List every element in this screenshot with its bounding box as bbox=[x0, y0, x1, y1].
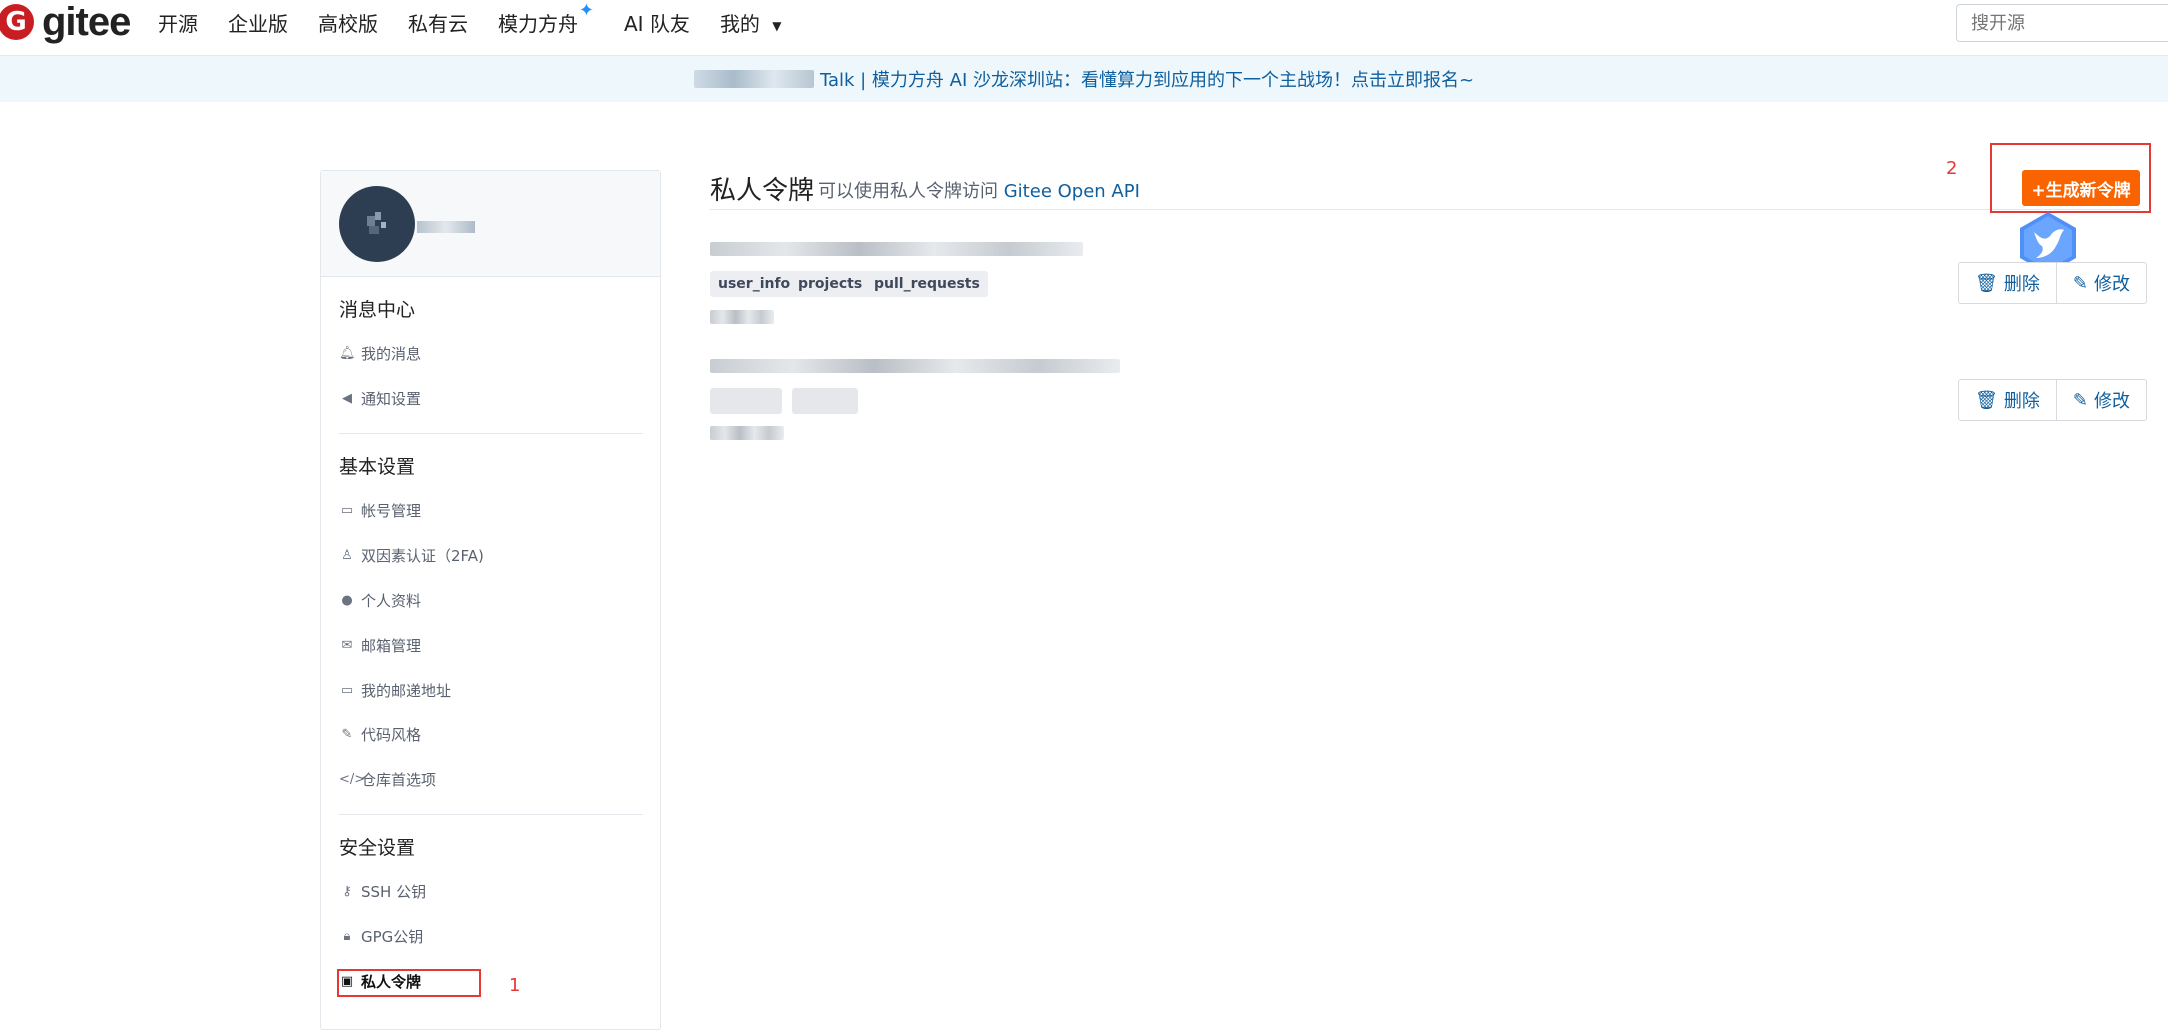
nav-private-cloud[interactable]: 私有云 bbox=[408, 8, 468, 37]
section-title-security-settings: 安全设置 bbox=[339, 837, 416, 859]
sidebar-divider bbox=[339, 814, 643, 815]
page-subtitle-text: 可以使用私人令牌访问 bbox=[818, 181, 998, 202]
sidebar-item-label: 仓库首选项 bbox=[361, 771, 437, 789]
nav-moli-fangzhou-label: 模力方舟 bbox=[498, 12, 578, 36]
edit-icon: ✎ bbox=[2072, 272, 2088, 294]
title-divider bbox=[710, 209, 2140, 210]
gitee-logo[interactable]: G gitee bbox=[0, 0, 131, 44]
sidebar-item-code-style[interactable]: ✎ 代码风格 bbox=[339, 724, 421, 745]
top-navbar: G gitee 开源 企业版 高校版 私有云 模力方舟 ✦ AI 队友 我的 ▼ bbox=[0, 0, 2168, 56]
announcement-banner[interactable]: Talk | 模力方舟 AI 沙龙深圳站：看懂算力到应用的下一个主战场！点击立即… bbox=[0, 56, 2168, 102]
trash-icon: 🗑︎ bbox=[1975, 272, 1998, 294]
token-2-delete-button[interactable]: 🗑︎ 删除 bbox=[1959, 380, 2056, 420]
delete-label: 删除 bbox=[2003, 274, 2040, 295]
caret-down-icon: ▼ bbox=[772, 18, 782, 33]
gitee-logo-text: gitee bbox=[42, 0, 131, 44]
nav-ai-teammate[interactable]: AI 队友 bbox=[624, 8, 690, 37]
avatar-pixelated-icon bbox=[367, 212, 386, 234]
sidebar-item-label: SSH 公钥 bbox=[361, 883, 427, 901]
token-2-name-blurred bbox=[710, 359, 1120, 373]
token-1-date-blurred bbox=[710, 310, 774, 324]
sidebar-divider bbox=[339, 433, 643, 434]
gitee-open-api-link[interactable]: Gitee Open API bbox=[1004, 181, 1140, 202]
edit-icon: ✎ bbox=[2072, 389, 2088, 411]
delete-label: 删除 bbox=[2003, 391, 2040, 412]
edit-label: 修改 bbox=[2093, 274, 2130, 295]
sidebar-item-label: 邮箱管理 bbox=[361, 637, 422, 655]
sidebar-item-notification-settings[interactable]: ◀ 通知设置 bbox=[339, 388, 421, 409]
bell-icon: 🔔︎ bbox=[339, 346, 356, 361]
token-1-scope-tag: pull_requests bbox=[866, 271, 988, 297]
token-2-actions: 🗑︎ 删除 ✎ 修改 bbox=[1958, 379, 2147, 421]
annotation-number-2: 2 bbox=[1946, 158, 1958, 179]
address-card-icon: ▭ bbox=[340, 683, 354, 698]
sidebar-item-label: 个人资料 bbox=[361, 592, 422, 610]
sidebar-item-gpg-keys[interactable]: 🔒︎ GPG公钥 bbox=[339, 926, 424, 947]
sidebar-item-label: 通知设置 bbox=[361, 390, 422, 408]
sidebar-item-label: GPG公钥 bbox=[361, 928, 424, 946]
sidebar-item-ssh-keys[interactable]: ⚷ SSH 公钥 bbox=[339, 881, 426, 902]
token-2-scope-tag-blurred bbox=[792, 388, 858, 414]
gitee-logo-mark: G bbox=[0, 4, 34, 40]
sidebar-item-label: 双因素认证（2FA) bbox=[361, 547, 484, 565]
avatar[interactable] bbox=[339, 186, 415, 262]
sidebar-item-repo-preferences[interactable]: </> 仓库首选项 bbox=[339, 769, 436, 790]
nav-education[interactable]: 高校版 bbox=[318, 8, 378, 37]
annotation-box-1 bbox=[337, 969, 481, 997]
sidebar-user-card bbox=[321, 171, 660, 277]
nav-mine-label: 我的 bbox=[719, 12, 760, 36]
sidebar-item-email[interactable]: ✉ 邮箱管理 bbox=[339, 635, 421, 656]
trash-icon: 🗑︎ bbox=[1975, 389, 1998, 411]
sidebar-item-label: 我的消息 bbox=[361, 345, 422, 363]
lock-icon: 🔒︎ bbox=[343, 929, 351, 944]
settings-sidebar: 消息中心 🔔︎ 我的消息 ◀ 通知设置 基本设置 ▭ 帐号管理 ♙ 双因素认证（… bbox=[320, 170, 661, 1030]
nav-enterprise[interactable]: 企业版 bbox=[228, 8, 288, 37]
banner-blurred-text bbox=[693, 70, 814, 88]
nav-moli-fangzhou[interactable]: 模力方舟 ✦ bbox=[498, 0, 594, 37]
annotation-box-2 bbox=[1990, 143, 2151, 213]
nav-mine-dropdown[interactable]: 我的 ▼ bbox=[720, 8, 782, 37]
user-key-icon: ♙ bbox=[341, 548, 353, 563]
section-title-message-center: 消息中心 bbox=[339, 299, 416, 321]
sidebar-item-address[interactable]: ▭ 我的邮递地址 bbox=[339, 680, 451, 701]
sparkle-icon: ✦ bbox=[578, 0, 594, 21]
id-card-icon: ▭ bbox=[340, 503, 354, 518]
speaker-icon: ◀ bbox=[342, 391, 352, 406]
token-1-name-blurred bbox=[710, 242, 1083, 256]
sidebar-item-label: 代码风格 bbox=[361, 726, 422, 744]
edit-label: 修改 bbox=[2093, 391, 2130, 412]
token-2-date-blurred bbox=[710, 426, 784, 440]
sidebar-item-my-messages[interactable]: 🔔︎ 我的消息 bbox=[339, 343, 421, 364]
user-icon: ● bbox=[341, 593, 353, 608]
sidebar-item-account[interactable]: ▭ 帐号管理 bbox=[339, 500, 421, 521]
username-blurred bbox=[417, 221, 475, 233]
code-icon: </> bbox=[339, 772, 366, 787]
envelope-icon: ✉ bbox=[341, 638, 353, 653]
brush-icon: ✎ bbox=[341, 727, 353, 742]
sidebar-item-2fa[interactable]: ♙ 双因素认证（2FA) bbox=[339, 545, 484, 566]
main-nav: 开源 企业版 高校版 私有云 模力方舟 ✦ AI 队友 我的 ▼ bbox=[158, 0, 812, 37]
token-2-scope-tag-blurred bbox=[710, 388, 782, 414]
section-title-basic-settings: 基本设置 bbox=[339, 456, 416, 478]
page-subtitle: 可以使用私人令牌访问 Gitee Open API bbox=[818, 177, 1140, 203]
search-input[interactable] bbox=[1956, 4, 2168, 42]
key-icon: ⚷ bbox=[342, 884, 352, 899]
nav-open-source[interactable]: 开源 bbox=[158, 8, 198, 37]
token-1-scope-tag: projects bbox=[790, 271, 871, 297]
banner-text: Talk | 模力方舟 AI 沙龙深圳站：看懂算力到应用的下一个主战场！点击立即… bbox=[819, 70, 1475, 91]
annotation-number-1: 1 bbox=[509, 975, 521, 996]
token-2-edit-button[interactable]: ✎ 修改 bbox=[2055, 380, 2146, 420]
page-title: 私人令牌 bbox=[710, 176, 815, 206]
token-1-delete-button[interactable]: 🗑︎ 删除 bbox=[1959, 263, 2056, 303]
sidebar-item-label: 帐号管理 bbox=[361, 502, 422, 520]
sidebar-item-label: 我的邮递地址 bbox=[361, 682, 452, 700]
sidebar-item-profile[interactable]: ● 个人资料 bbox=[339, 590, 421, 611]
token-1-actions: 🗑︎ 删除 ✎ 修改 bbox=[1958, 262, 2147, 304]
token-1-scope-tag: user_info bbox=[710, 271, 799, 297]
token-1-edit-button[interactable]: ✎ 修改 bbox=[2055, 263, 2146, 303]
